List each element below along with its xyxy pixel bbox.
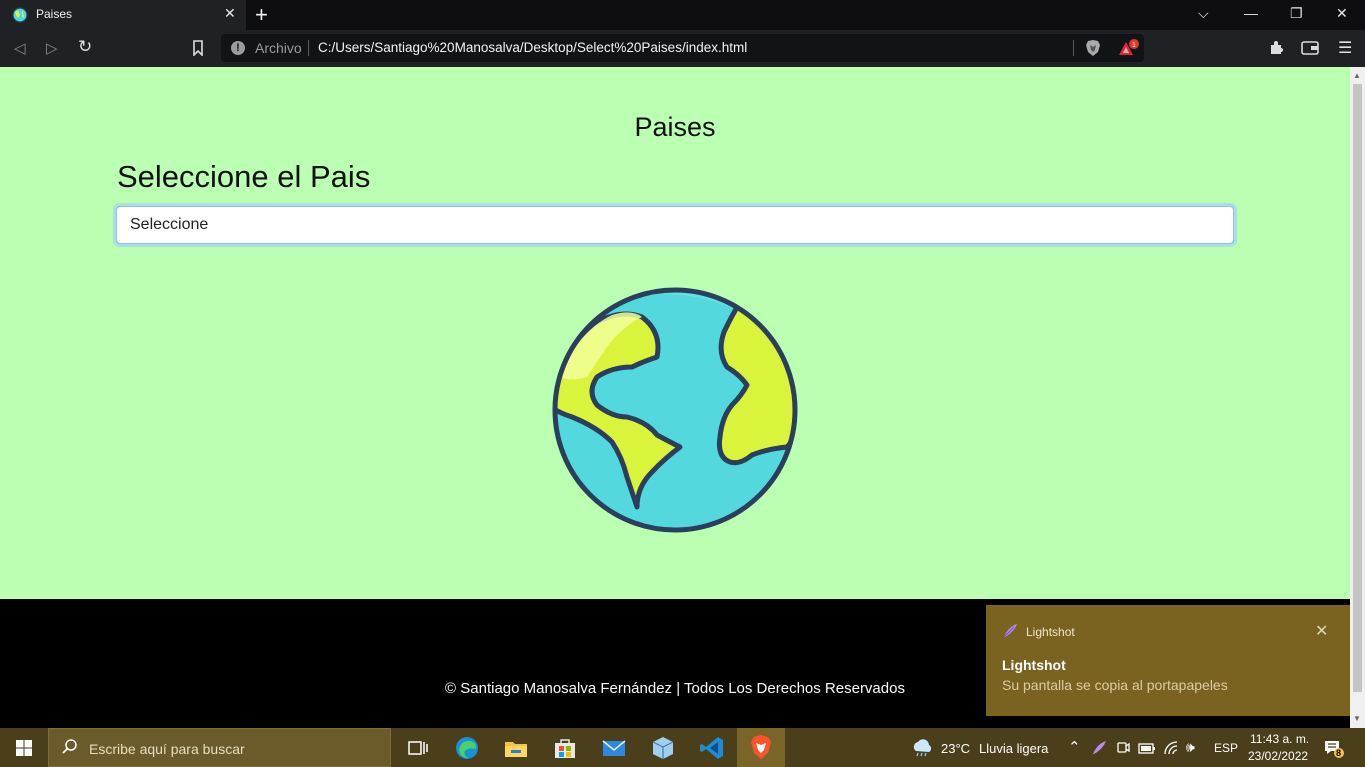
rewards-badge-count: 1 — [1132, 42, 1136, 49]
weather-description[interactable]: Lluvia ligera — [979, 741, 1048, 756]
address-scheme-label: Archivo — [255, 40, 302, 56]
globe-favicon-icon — [12, 7, 28, 23]
action-center-icon[interactable] — [1323, 739, 1345, 759]
wifi-icon[interactable] — [1163, 740, 1179, 756]
select-country-heading: Seleccione el Pais — [117, 159, 371, 194]
weather-temperature[interactable]: 23°C — [941, 741, 970, 756]
volume-icon[interactable]: 🕪 — [1186, 739, 1195, 756]
address-url[interactable]: C:/Users/Santiago%20Manosalva/Desktop/Se… — [318, 40, 747, 55]
address-bar[interactable]: ! Archivo C:/Users/Santiago%20Manosalva/… — [221, 34, 1144, 62]
forward-icon[interactable]: ▷ — [46, 39, 58, 57]
earth-globe-icon — [552, 287, 798, 533]
weather-cloud-rain-icon[interactable] — [910, 739, 934, 757]
site-info-icon[interactable]: ! — [231, 41, 245, 55]
tab-strip: Paises ✕ + ⌵ — ❐ ✕ — [0, 0, 1365, 30]
microsoft-store-icon[interactable] — [551, 734, 579, 762]
reload-icon[interactable]: ↻ — [78, 37, 92, 57]
tab-paises[interactable]: Paises ✕ — [0, 0, 246, 30]
search-icon — [62, 739, 77, 754]
lightshot-feather-icon — [1003, 624, 1017, 638]
tab-search-chevron-icon[interactable]: ⌵ — [1198, 5, 1209, 22]
close-tab-icon[interactable]: ✕ — [224, 5, 236, 22]
scrollbar-thumb[interactable] — [1353, 84, 1362, 692]
address-separator — [308, 40, 309, 56]
vscode-icon[interactable] — [698, 734, 726, 762]
country-select[interactable]: Seleccione — [116, 206, 1234, 244]
browser-toolbar: ◁ ▷ ↻ ! Archivo C:/Users/Santiago%20Mano… — [0, 30, 1365, 67]
tab-title: Paises — [36, 7, 73, 21]
3d-box-app-icon[interactable] — [649, 734, 677, 762]
scroll-up-arrow-icon[interactable]: ▲ — [1353, 71, 1361, 80]
new-tab-button[interactable]: + — [255, 2, 268, 28]
brave-taskbar-button[interactable] — [737, 728, 785, 767]
task-view-icon[interactable] — [404, 734, 432, 762]
brave-rewards-icon[interactable]: 1 — [1118, 39, 1140, 59]
page-content: Paises Seleccione el Pais Seleccione — [0, 67, 1350, 599]
file-explorer-icon[interactable] — [502, 734, 530, 762]
wallet-icon[interactable] — [1301, 41, 1319, 55]
close-window-button[interactable]: ✕ — [1336, 5, 1348, 22]
page-title: Paises — [634, 112, 716, 142]
brave-browser-icon — [751, 735, 771, 759]
input-language[interactable]: ESP — [1214, 741, 1238, 755]
back-icon[interactable]: ◁ — [14, 39, 26, 57]
restore-button[interactable]: ❐ — [1290, 5, 1303, 22]
taskbar-search-box[interactable]: Escribe aquí para buscar — [48, 728, 391, 767]
windows-taskbar: Escribe aquí para buscar 23°C Lluvia lig… — [0, 728, 1365, 767]
clock-date[interactable]: 23/02/2022 — [1248, 749, 1308, 763]
menu-icon[interactable]: ☰ — [1338, 38, 1352, 58]
lightshot-tray-icon[interactable] — [1091, 740, 1107, 756]
bookmark-icon[interactable] — [192, 40, 204, 56]
mail-icon[interactable] — [600, 734, 628, 762]
taskbar-search-placeholder: Escribe aquí para buscar — [89, 741, 245, 757]
action-center-badge-count: 8 — [1336, 748, 1342, 758]
show-hidden-icons-chevron-icon[interactable]: ⌃ — [1068, 738, 1081, 756]
lightshot-notification[interactable]: Lightshot ✕ Lightshot Su pantalla se cop… — [986, 605, 1350, 716]
battery-icon[interactable] — [1138, 741, 1156, 755]
meet-now-icon[interactable] — [1116, 740, 1130, 756]
address-separator-2 — [1073, 40, 1074, 56]
notification-body: Su pantalla se copia al portapapeles — [1002, 677, 1228, 693]
extensions-icon[interactable] — [1268, 40, 1284, 56]
notification-close-icon[interactable]: ✕ — [1315, 621, 1328, 641]
clock-time[interactable]: 11:43 a. m. — [1250, 732, 1309, 746]
scroll-down-arrow-icon[interactable]: ▼ — [1353, 714, 1361, 723]
page-scrollbar[interactable]: ▲ ▼ — [1350, 67, 1365, 728]
brave-shields-icon[interactable] — [1085, 39, 1101, 57]
minimize-button[interactable]: — — [1244, 5, 1258, 21]
edge-browser-icon[interactable] — [453, 734, 481, 762]
windows-start-icon[interactable] — [16, 740, 32, 756]
notification-heading: Lightshot — [1002, 657, 1066, 673]
country-select-value: Seleccione — [130, 216, 209, 233]
notification-app-name: Lightshot — [1026, 625, 1075, 639]
